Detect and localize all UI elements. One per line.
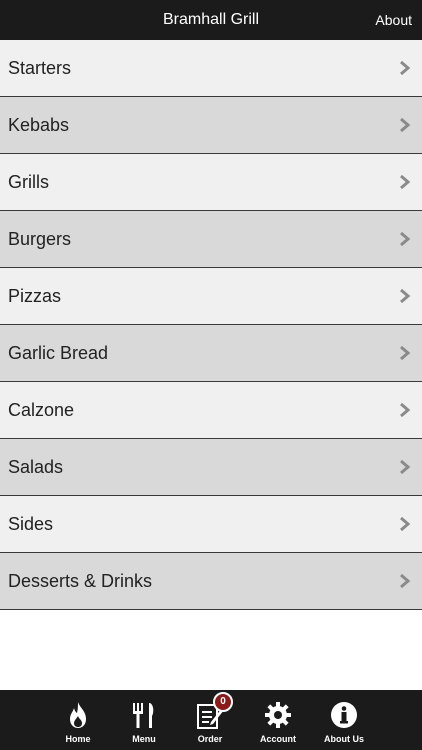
chevron-right-icon bbox=[400, 174, 411, 190]
app-title: Bramhall Grill bbox=[162, 11, 259, 28]
gear-icon bbox=[265, 702, 291, 728]
tab-about-us-label: About Us bbox=[324, 734, 364, 744]
category-row-kebabs[interactable]: Kebabs bbox=[0, 97, 422, 154]
chevron-right-icon bbox=[400, 60, 411, 76]
tab-menu[interactable]: Menu bbox=[111, 690, 177, 750]
chevron-right-icon bbox=[400, 231, 411, 247]
top-bar: Bramhall Grill About bbox=[0, 0, 422, 40]
category-label: Kebabs bbox=[8, 115, 70, 135]
order-count-badge: 0 bbox=[213, 692, 233, 712]
chevron-right-icon bbox=[400, 573, 411, 589]
category-label: Garlic Bread bbox=[8, 343, 109, 363]
category-row-desserts-drinks[interactable]: Desserts & Drinks bbox=[0, 553, 422, 610]
category-label: Burgers bbox=[8, 229, 72, 249]
tab-home[interactable]: Home bbox=[45, 690, 111, 750]
tab-account[interactable]: Account bbox=[245, 690, 311, 750]
category-row-burgers[interactable]: Burgers bbox=[0, 211, 422, 268]
cutlery-icon bbox=[133, 703, 154, 728]
bottom-tab-bar: Home Menu 0 Order Account About Us bbox=[0, 690, 422, 750]
category-row-calzone[interactable]: Calzone bbox=[0, 382, 422, 439]
category-row-sides[interactable]: Sides bbox=[0, 496, 422, 553]
category-row-starters[interactable]: Starters bbox=[0, 40, 422, 97]
chevron-right-icon bbox=[400, 345, 411, 361]
chevron-right-icon bbox=[400, 288, 411, 304]
tab-order-label: Order bbox=[197, 734, 223, 744]
chevron-right-icon bbox=[400, 117, 411, 133]
tab-menu-label: Menu bbox=[132, 734, 156, 744]
tab-order[interactable]: 0 Order bbox=[177, 690, 243, 750]
tab-account-label: Account bbox=[260, 734, 296, 744]
category-label: Starters bbox=[8, 58, 72, 78]
category-label: Pizzas bbox=[8, 286, 62, 306]
category-label: Calzone bbox=[8, 400, 75, 420]
category-list: Starters Kebabs Grills Burgers Pizzas Ga… bbox=[0, 40, 422, 610]
tab-home-label: Home bbox=[65, 734, 91, 744]
category-label: Sides bbox=[8, 514, 54, 534]
chevron-right-icon bbox=[400, 402, 411, 418]
about-button[interactable]: About bbox=[375, 0, 412, 40]
category-label: Grills bbox=[8, 172, 49, 192]
flame-icon bbox=[70, 702, 86, 728]
chevron-right-icon bbox=[400, 516, 411, 532]
category-row-grills[interactable]: Grills bbox=[0, 154, 422, 211]
info-icon bbox=[331, 702, 357, 728]
category-label: Salads bbox=[8, 457, 64, 477]
tab-about-us[interactable]: About Us bbox=[311, 690, 377, 750]
category-row-salads[interactable]: Salads bbox=[0, 439, 422, 496]
category-row-garlic-bread[interactable]: Garlic Bread bbox=[0, 325, 422, 382]
chevron-right-icon bbox=[400, 459, 411, 475]
category-row-pizzas[interactable]: Pizzas bbox=[0, 268, 422, 325]
category-label: Desserts & Drinks bbox=[8, 571, 153, 591]
